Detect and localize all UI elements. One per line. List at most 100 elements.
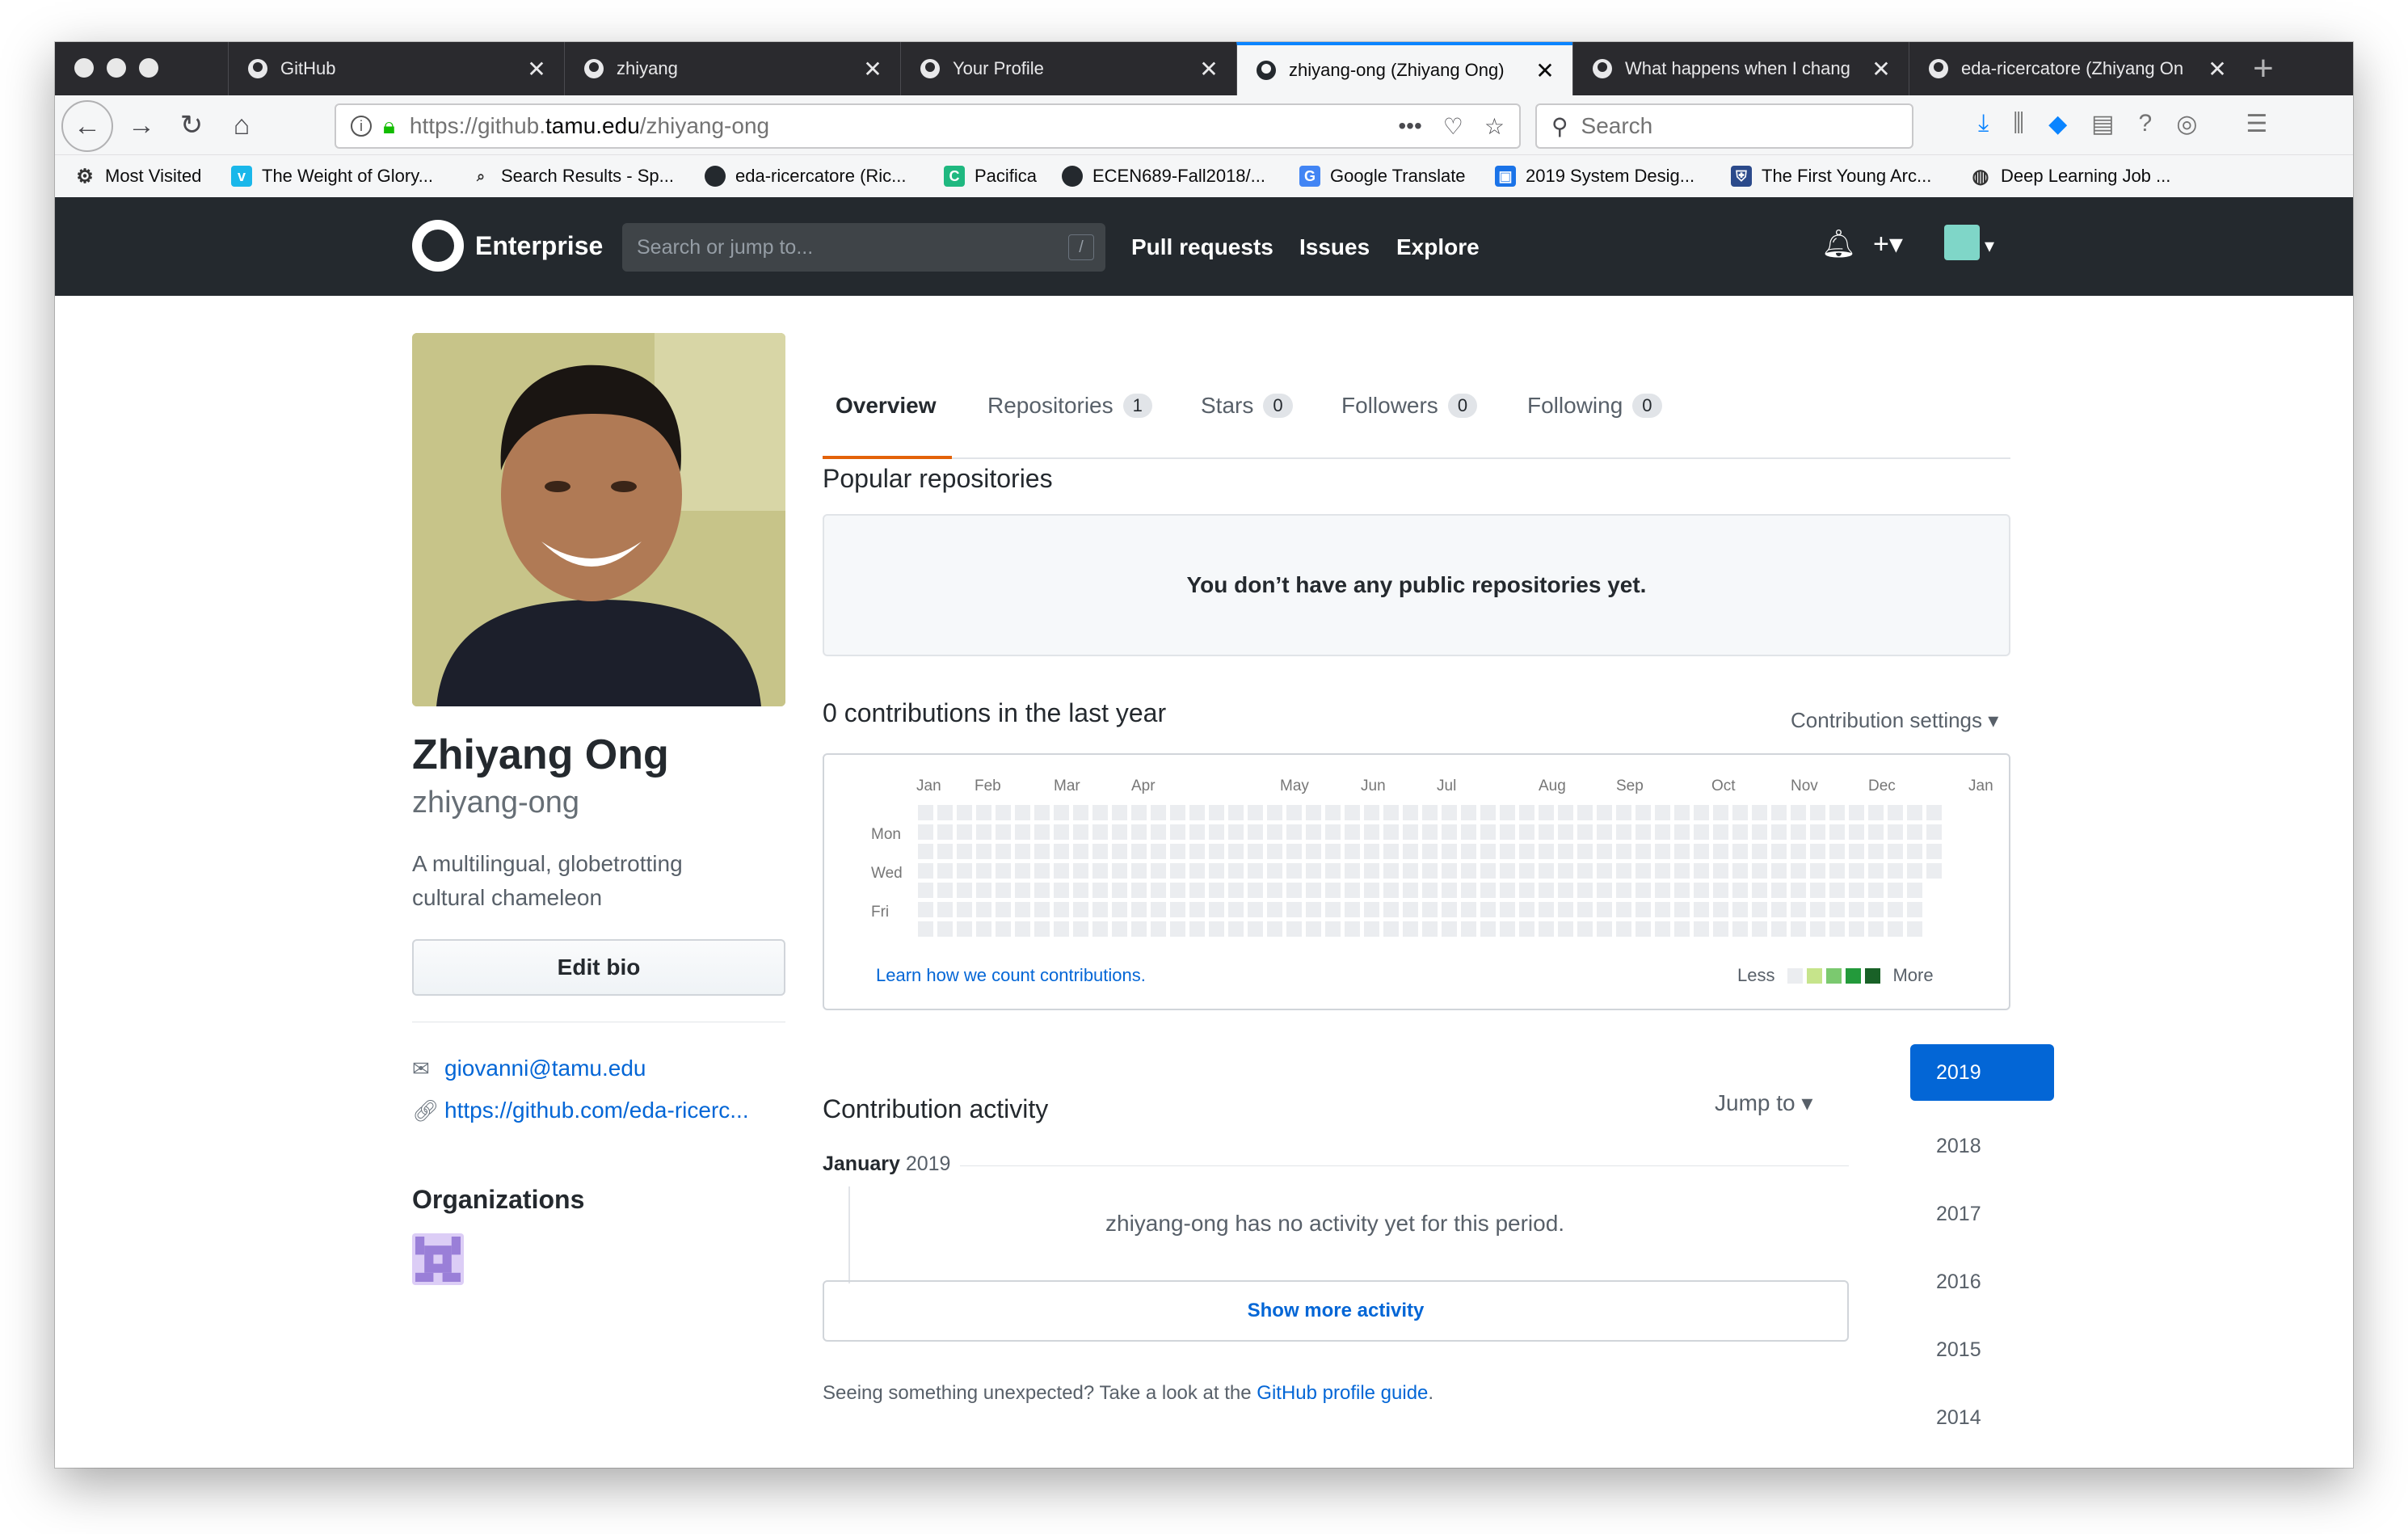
contribution-day[interactable] (1539, 824, 1554, 840)
contribution-day[interactable] (1228, 844, 1244, 859)
contribution-day[interactable] (1713, 883, 1728, 898)
pocket-icon[interactable]: ♡ (1443, 113, 1463, 140)
contribution-day[interactable] (1519, 824, 1534, 840)
contribution-day[interactable] (1189, 921, 1205, 937)
contribution-day[interactable] (1791, 844, 1806, 859)
contribution-day[interactable] (1907, 805, 1922, 820)
contribution-day[interactable] (1228, 921, 1244, 937)
contribution-day[interactable] (1461, 902, 1476, 917)
contribution-day[interactable] (957, 902, 972, 917)
contribution-day[interactable] (1480, 902, 1496, 917)
contribution-day[interactable] (1771, 902, 1787, 917)
contribution-day[interactable] (1092, 824, 1108, 840)
contribution-day[interactable] (1403, 863, 1418, 879)
contribution-day[interactable] (1422, 863, 1438, 879)
close-tab-icon[interactable]: ✕ (520, 56, 553, 82)
contribution-day[interactable] (1364, 902, 1379, 917)
contribution-day[interactable] (1151, 883, 1166, 898)
contribution-day[interactable] (1209, 883, 1224, 898)
contribution-day[interactable] (1383, 921, 1399, 937)
contribution-day[interactable] (1888, 921, 1903, 937)
contribution-day[interactable] (1577, 883, 1593, 898)
contribution-day[interactable] (1655, 883, 1670, 898)
contribution-day[interactable] (1054, 863, 1069, 879)
contribution-day[interactable] (1888, 805, 1903, 820)
contribution-day[interactable] (1907, 844, 1922, 859)
contribution-day[interactable] (1810, 921, 1825, 937)
contribution-day[interactable] (1791, 921, 1806, 937)
contribution-day[interactable] (1015, 805, 1030, 820)
contribution-day[interactable] (976, 844, 991, 859)
contribution-day[interactable] (1849, 883, 1864, 898)
contribution-day[interactable] (1422, 824, 1438, 840)
contribution-day[interactable] (1248, 844, 1263, 859)
year-2015[interactable]: 2015 (1910, 1316, 2054, 1384)
contribution-day[interactable] (1810, 863, 1825, 879)
contribution-day[interactable] (937, 824, 953, 840)
contribution-day[interactable] (1228, 805, 1244, 820)
contribution-day[interactable] (1325, 921, 1341, 937)
contribution-day[interactable] (1054, 921, 1069, 937)
contribution-day[interactable] (937, 844, 953, 859)
contribution-day[interactable] (1461, 883, 1476, 898)
contribution-day[interactable] (1034, 824, 1050, 840)
contribution-day[interactable] (1151, 921, 1166, 937)
contribution-settings-dropdown[interactable]: Contribution settings ▾ (1791, 708, 1998, 733)
edit-bio-button[interactable]: Edit bio (412, 939, 785, 996)
notifications-bell-icon[interactable]: 🔔︎ (1821, 228, 1856, 260)
contribution-day[interactable] (1112, 844, 1127, 859)
contribution-day[interactable] (1868, 844, 1884, 859)
nav-issues[interactable]: Issues (1299, 234, 1370, 260)
contribution-day[interactable] (918, 844, 933, 859)
contribution-day[interactable] (1674, 921, 1690, 937)
contribution-day[interactable] (1054, 883, 1069, 898)
contribution-day[interactable] (1306, 844, 1321, 859)
contribution-day[interactable] (1655, 921, 1670, 937)
close-tab-icon[interactable]: ✕ (2201, 56, 2233, 82)
user-avatar-menu[interactable] (1944, 225, 1980, 260)
contribution-day[interactable] (1829, 921, 1845, 937)
contribution-day[interactable] (1480, 921, 1496, 937)
contribution-day[interactable] (1694, 824, 1709, 840)
contribution-day[interactable] (1112, 824, 1127, 840)
contribution-day[interactable] (1286, 883, 1302, 898)
contribution-day[interactable] (1616, 805, 1631, 820)
contribution-day[interactable] (918, 863, 933, 879)
github-logo-icon[interactable] (412, 220, 464, 272)
contribution-day[interactable] (937, 902, 953, 917)
contribution-day[interactable] (1131, 921, 1147, 937)
contribution-day[interactable] (1442, 921, 1457, 937)
close-tab-icon[interactable]: ✕ (857, 56, 889, 82)
close-tab-icon[interactable]: ✕ (1529, 57, 1561, 84)
contribution-day[interactable] (996, 844, 1011, 859)
contribution-day[interactable] (996, 824, 1011, 840)
contribution-day[interactable] (1442, 844, 1457, 859)
year-2018[interactable]: 2018 (1910, 1112, 2054, 1180)
website-link[interactable]: https://github.com/eda-ricerc... (444, 1098, 749, 1123)
contribution-day[interactable] (1597, 844, 1612, 859)
contribution-day[interactable] (1829, 883, 1845, 898)
contribution-day[interactable] (1752, 883, 1767, 898)
contribution-day[interactable] (1442, 824, 1457, 840)
bookmark-system-design[interactable]: ▣ 2019 System Desig... (1495, 166, 1694, 187)
contribution-day[interactable] (1888, 863, 1903, 879)
contribution-day[interactable] (976, 863, 991, 879)
contribution-day[interactable] (1383, 902, 1399, 917)
contribution-day[interactable] (1694, 844, 1709, 859)
jump-to-dropdown[interactable]: Jump to ▾ (1715, 1089, 1812, 1116)
contribution-day[interactable] (1500, 921, 1515, 937)
contribution-day[interactable] (1286, 902, 1302, 917)
contribution-day[interactable] (1209, 805, 1224, 820)
contribution-day[interactable] (1500, 883, 1515, 898)
browser-tab-your-profile[interactable]: Your Profile ✕ (900, 42, 1236, 95)
contribution-day[interactable] (1694, 805, 1709, 820)
email-link[interactable]: giovanni@tamu.edu (444, 1056, 646, 1081)
contribution-day[interactable] (1539, 883, 1554, 898)
contribution-day[interactable] (1771, 805, 1787, 820)
search-input[interactable]: ⚲ Search (1535, 103, 1913, 149)
contribution-day[interactable] (1170, 844, 1185, 859)
contribution-day[interactable] (1228, 863, 1244, 879)
contribution-day[interactable] (957, 844, 972, 859)
contribution-day[interactable] (1500, 863, 1515, 879)
contribution-day[interactable] (1674, 824, 1690, 840)
